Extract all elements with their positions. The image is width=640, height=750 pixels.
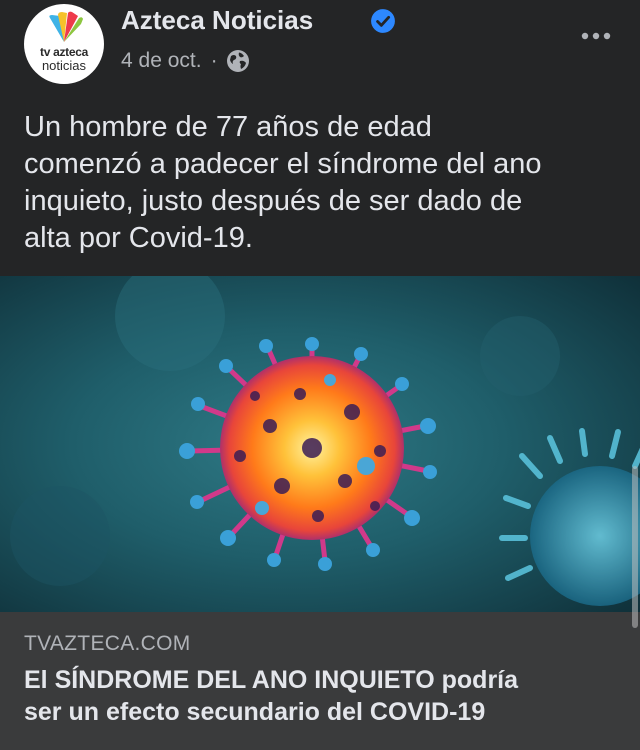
post-header: tv azteca noticias Azteca Noticias 4 de … — [0, 0, 640, 96]
avatar-logo-line1: tv azteca — [40, 45, 88, 59]
page-name-link[interactable]: Azteca Noticias — [121, 4, 313, 36]
post-message-line: alta por Covid-19. — [24, 222, 253, 254]
page-avatar[interactable]: tv azteca noticias — [24, 4, 104, 84]
feed-post: tv azteca noticias Azteca Noticias 4 de … — [0, 0, 640, 750]
post-message-line: inquieto, justo después de ser dado de — [24, 185, 523, 217]
link-domain: TVAZTECA.COM — [24, 632, 191, 655]
post-message-line: comenzó a padecer el síndrome del ano — [24, 148, 542, 180]
more-options-icon[interactable] — [580, 28, 612, 44]
globe-icon[interactable] — [226, 49, 250, 73]
avatar-logo-line2: noticias — [41, 58, 87, 73]
link-title[interactable]: El SÍNDROME DEL ANO INQUIETO podría ser … — [24, 664, 614, 728]
post-message-line: Un hombre de 77 años de edad — [24, 111, 432, 143]
link-preview-image[interactable] — [0, 276, 640, 612]
verified-badge-icon — [371, 9, 395, 33]
link-preview-card[interactable]: TVAZTECA.COM El SÍNDROME DEL ANO INQUIET… — [0, 612, 640, 750]
post-date-link[interactable]: 4 de oct. — [121, 47, 202, 75]
link-title-line: ser un efecto secundario del COVID-19 — [24, 698, 486, 726]
post-message: Un hombre de 77 años de edad comenzó a p… — [24, 109, 624, 257]
post-meta: 4 de oct. · — [121, 47, 250, 75]
scrollbar-thumb[interactable] — [632, 466, 638, 628]
link-title-line: El SÍNDROME DEL ANO INQUIETO podría — [24, 666, 519, 694]
meta-separator: · — [210, 49, 218, 72]
virus-illustration-icon — [0, 276, 640, 612]
